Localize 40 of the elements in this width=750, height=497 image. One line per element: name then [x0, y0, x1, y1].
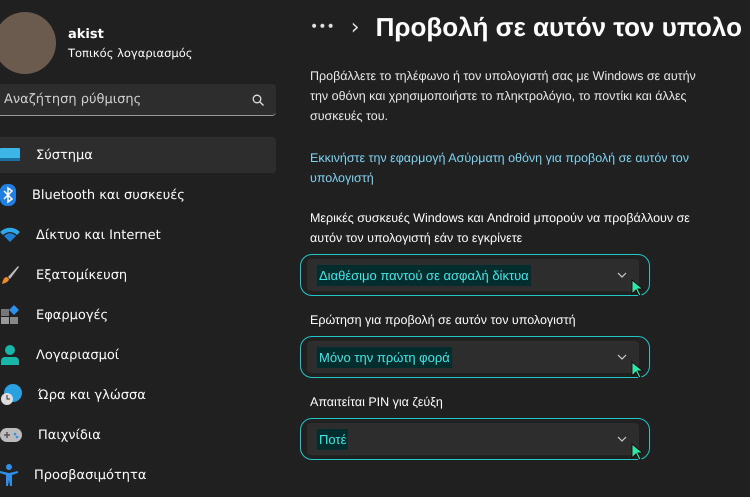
gamepad-icon: [0, 428, 22, 442]
nav-item[interactable]: Ώρα και γλώσσα: [0, 377, 276, 413]
wireless-display-link[interactable]: Εκκινήστε την εφαρμογή Ασύρματη οθόνη για προβολή σε αυτόν τον υπολογιστή: [310, 148, 710, 188]
setting-label: Μερικές συσκευές Windows και Android μπορούν να προβάλλουν σε αυτόν τον υπολογιστή εάν το εγκρίνετε: [310, 210, 691, 247]
chevron-down-icon: [617, 354, 627, 360]
monitor-icon: [0, 147, 20, 163]
nav-item[interactable]: Σύστημα: [0, 137, 276, 173]
dropdown[interactable]: Μόνο την πρώτη φορά: [300, 336, 650, 378]
mouse-pointer-icon: [631, 279, 643, 297]
more-button[interactable]: •••: [310, 19, 335, 35]
avatar-placeholder: [0, 12, 56, 74]
wifi-icon: [0, 227, 20, 243]
bluetooth-icon: [0, 184, 16, 206]
search-icon: [252, 94, 264, 106]
apps-icon: [0, 305, 20, 325]
mouse-pointer-icon: [631, 443, 643, 461]
breadcrumb-separator: ›: [350, 14, 360, 40]
dropdown[interactable]: Διαθέσιμο παντού σε ασφαλή δίκτυα: [300, 254, 650, 296]
chevron-down-icon: [617, 272, 627, 278]
nav-item[interactable]: Εφαρμογές: [0, 297, 276, 333]
description-text: Προβάλλετε το τηλέφωνο ή τον υπολογιστή σας με Windows σε αυτήν την οθόνη και χρησιμοποιήστε το πληκτρολόγιο, το ποντίκι και άλλες συσκευές του.: [310, 68, 697, 125]
nav-item[interactable]: Δίκτυο και Internet: [0, 217, 276, 253]
accessibility-icon: [0, 464, 18, 486]
nav-item[interactable]: Bluetooth και συσκευές: [0, 177, 276, 213]
mouse-pointer-icon: [631, 361, 643, 379]
setting-label: Ερώτηση για προβολή σε αυτόν τον υπολογιστή: [310, 312, 577, 329]
nav-item[interactable]: Εξατομίκευση: [0, 257, 276, 293]
dropdown[interactable]: Ποτέ: [300, 418, 650, 460]
nav-item[interactable]: Προσβασιμότητα: [0, 457, 276, 493]
setting-label: Απαιτείται PIN για ζεύξη: [310, 394, 444, 411]
person-icon: [0, 345, 20, 365]
search-field[interactable]: Αναζήτηση ρύθμισης: [0, 84, 276, 116]
nav-item[interactable]: Λογαριασμοί: [0, 337, 276, 373]
account-name: akist: [68, 26, 105, 42]
globe-clock-icon: [0, 384, 22, 406]
page-title: Προβολή σε αυτόν τον υπολο: [376, 12, 742, 42]
paintbrush-icon: [0, 265, 20, 285]
nav-item[interactable]: Παιχνίδια: [0, 417, 276, 453]
account-type: Τοπικός λογαριασμός: [68, 46, 192, 60]
chevron-down-icon: [617, 436, 627, 442]
